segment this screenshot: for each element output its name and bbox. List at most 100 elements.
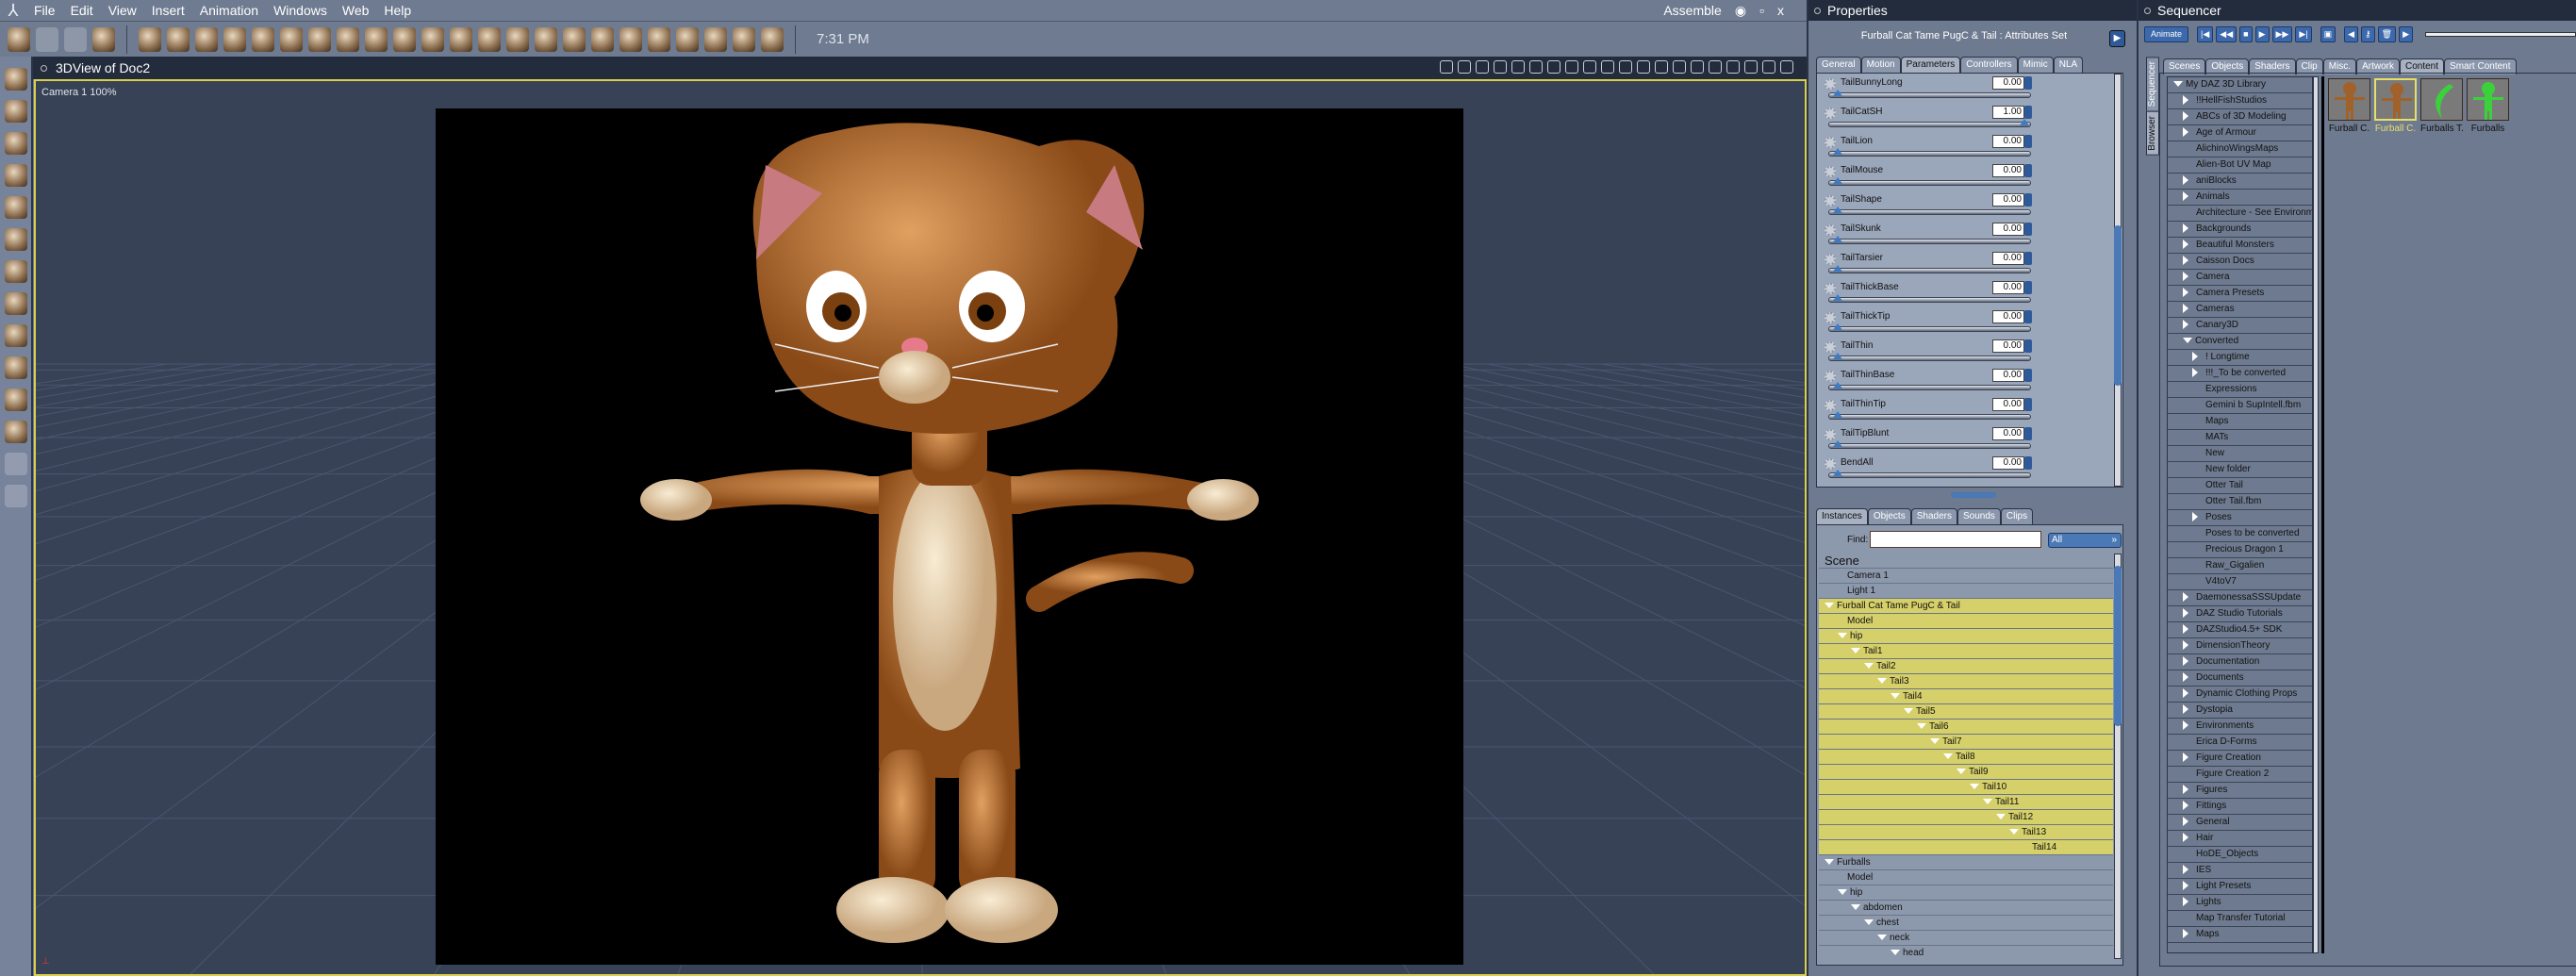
pose-tool-icon[interactable] — [64, 26, 87, 52]
parameter-slider[interactable] — [1828, 411, 2031, 420]
collapse-triangle-icon[interactable] — [2183, 688, 2188, 699]
slider-handle[interactable] — [1833, 148, 1842, 155]
sphere-icon[interactable] — [139, 26, 161, 52]
viewport-tool-icon[interactable] — [1529, 60, 1543, 74]
collapse-triangle-icon[interactable] — [2183, 801, 2188, 811]
fast-forward-icon[interactable]: ▶▶ — [2271, 26, 2293, 42]
prev-key-icon[interactable]: ◀ — [2344, 26, 2359, 42]
key-icon[interactable]: ⚷ — [2361, 26, 2375, 42]
tree-row[interactable]: Model — [1819, 870, 2113, 885]
t-shape-icon[interactable] — [280, 26, 303, 52]
library-item[interactable]: Otter Tail — [2168, 478, 2312, 494]
library-item[interactable]: Dynamic Clothing Props — [2168, 687, 2312, 703]
library-item[interactable]: Animals — [2168, 190, 2312, 206]
slider-handle[interactable] — [1833, 440, 1842, 447]
fire-icon[interactable] — [421, 26, 444, 52]
parameter-value-field[interactable]: 0.00 — [1992, 369, 2024, 382]
collapse-triangle-icon[interactable] — [2183, 785, 2188, 795]
viewport-tool-icon[interactable] — [1780, 60, 1793, 74]
universal-tool-icon[interactable] — [8, 26, 30, 52]
menu-help[interactable]: Help — [376, 3, 419, 18]
tree-row[interactable]: Tail3 — [1819, 674, 2113, 689]
library-item[interactable]: Poses to be converted — [2168, 526, 2312, 542]
expand-triangle-icon[interactable] — [1957, 769, 1966, 775]
spinner-icon[interactable] — [2024, 164, 2032, 177]
menu-edit[interactable]: Edit — [63, 3, 101, 18]
parameter-value-field[interactable]: 0.00 — [1992, 339, 2024, 353]
expand-triangle-icon[interactable] — [1996, 814, 2006, 820]
library-item[interactable]: Cameras — [2168, 302, 2312, 318]
tree-row[interactable]: Tail2 — [1819, 659, 2113, 674]
expand-triangle-icon[interactable] — [1825, 859, 1834, 866]
expand-triangle-icon[interactable] — [1891, 693, 1900, 700]
collapse-triangle-icon[interactable] — [2183, 817, 2188, 827]
spinner-icon[interactable] — [2024, 339, 2032, 353]
parameter-value-field[interactable]: 0.00 — [1992, 281, 2024, 294]
slider-handle[interactable] — [1833, 90, 1842, 96]
parameter-slider[interactable] — [1828, 353, 2031, 361]
goblet-icon[interactable] — [167, 26, 190, 52]
library-item[interactable]: Camera Presets — [2168, 286, 2312, 302]
gear-icon[interactable] — [1825, 78, 1836, 90]
viewport-tool-icon[interactable] — [1601, 60, 1614, 74]
expand-triangle-icon[interactable] — [1891, 950, 1900, 956]
library-item[interactable]: Precious Dragon 1 — [2168, 542, 2312, 558]
library-item[interactable]: General — [2168, 815, 2312, 831]
gear-icon[interactable] — [1825, 458, 1836, 470]
collapse-triangle-icon[interactable] — [2183, 608, 2188, 619]
library-item[interactable]: Figure Creation 2 — [2168, 767, 2312, 783]
gear-icon[interactable] — [1825, 195, 1836, 207]
parameter-slider[interactable] — [1828, 148, 2031, 157]
tree-row[interactable]: Furballs — [1819, 855, 2113, 870]
viewport-tool-icon[interactable] — [1583, 60, 1596, 74]
tab-objects[interactable]: Objects — [1867, 508, 1911, 524]
parameter-value-field[interactable]: 0.00 — [1992, 164, 2024, 177]
library-item[interactable]: Figures — [2168, 783, 2312, 799]
collapse-triangle-icon[interactable] — [2183, 881, 2188, 891]
tab-shaders[interactable]: Shaders — [1910, 508, 1957, 524]
expand-triangle-icon[interactable] — [1930, 738, 1940, 745]
tab-clips[interactable]: Clips — [2000, 508, 2034, 524]
particles-icon[interactable] — [308, 26, 331, 52]
library-item[interactable]: Alien-Bot UV Map — [2168, 157, 2312, 174]
brush-icon[interactable] — [648, 26, 670, 52]
parameter-value-field[interactable]: 0.00 — [1992, 76, 2024, 90]
library-item[interactable]: V4toV7 — [2168, 574, 2312, 590]
parameter-slider[interactable] — [1828, 119, 2031, 127]
expand-triangle-icon[interactable] — [1851, 904, 1860, 911]
tree-row[interactable]: Tail14 — [1819, 840, 2113, 855]
close-icon[interactable]: x — [1777, 3, 1784, 19]
select-arrow-icon[interactable] — [4, 68, 27, 91]
collapse-triangle-icon[interactable] — [2183, 833, 2188, 843]
tab-instances[interactable]: Instances — [1816, 508, 1868, 524]
collapse-triangle-icon[interactable] — [2183, 640, 2188, 651]
first-frame-icon[interactable]: |◀ — [2197, 26, 2214, 42]
room-corner-icon[interactable] — [4, 389, 27, 411]
library-item[interactable]: New — [2168, 446, 2312, 462]
collapse-triangle-icon[interactable] — [2183, 624, 2188, 635]
rewind-icon[interactable]: ◀◀ — [2216, 26, 2237, 42]
tree-row[interactable]: neck — [1819, 931, 2113, 946]
parameter-value-field[interactable]: 0.00 — [1992, 310, 2024, 323]
panel-splitter[interactable] — [1951, 492, 1996, 498]
panel-menu-icon[interactable] — [2144, 8, 2151, 14]
spinner-icon[interactable] — [2024, 456, 2032, 470]
collapse-triangle-icon[interactable] — [2183, 127, 2188, 138]
spinner-icon[interactable] — [2024, 281, 2032, 294]
camera-rig-icon[interactable] — [676, 26, 699, 52]
house-icon[interactable] — [535, 26, 557, 52]
menu-view[interactable]: View — [101, 3, 144, 18]
library-item[interactable]: Dystopia — [2168, 703, 2312, 719]
library-item[interactable]: Otter Tail.fbm — [2168, 494, 2312, 510]
capsule-icon[interactable] — [563, 26, 586, 52]
translate-xz-icon[interactable] — [4, 324, 27, 347]
collapse-triangle-icon[interactable] — [2183, 320, 2188, 330]
library-item[interactable]: New folder — [2168, 462, 2312, 478]
viewport-tool-icon[interactable] — [1673, 60, 1686, 74]
gear-icon[interactable] — [1825, 224, 1836, 236]
translate-all-icon[interactable] — [4, 292, 27, 315]
expand-triangle-icon[interactable] — [1943, 753, 1953, 760]
tree-row[interactable]: Tail13 — [1819, 825, 2113, 840]
spinner-icon[interactable] — [2024, 193, 2032, 207]
tree-row[interactable]: abdomen — [1819, 901, 2113, 916]
